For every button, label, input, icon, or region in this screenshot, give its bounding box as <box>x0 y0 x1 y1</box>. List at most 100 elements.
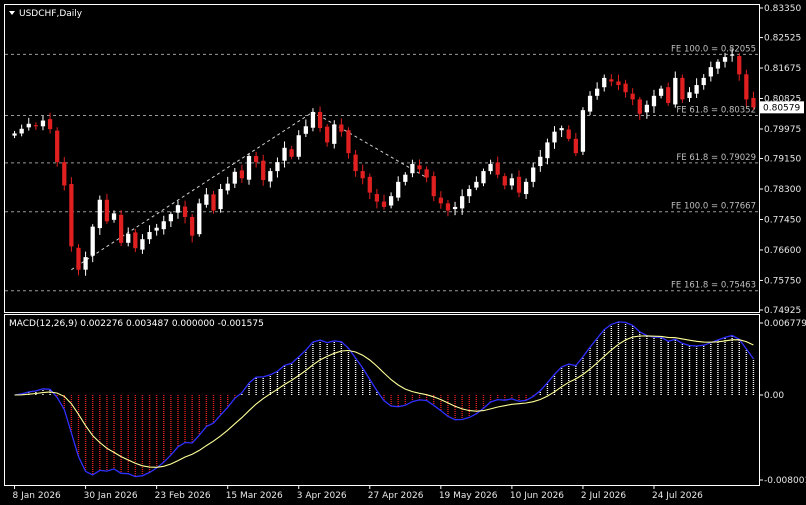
candle-body <box>175 205 181 213</box>
candle-body <box>168 214 173 222</box>
price-tick-label: 0.76600 <box>764 246 801 256</box>
candle-body <box>289 149 294 157</box>
candle-body <box>595 88 600 96</box>
candle-body <box>658 88 664 96</box>
candle-body <box>346 130 351 154</box>
candle-body <box>360 171 365 179</box>
candle-body <box>602 77 607 88</box>
price-tick-label: 0.74925 <box>764 306 801 316</box>
candle-body <box>353 154 358 172</box>
price-tick-label: 0.79150 <box>764 155 801 165</box>
price-tick-label: 0.81675 <box>764 64 801 74</box>
candle-body <box>722 57 728 62</box>
time-tick-label: 27 Apr 2026 <box>368 491 424 501</box>
fibonacci-levels: FE 100.0 = 0.82055 FE 61.8 = 0.80352 FE 61… <box>5 44 759 292</box>
current-price-tag: 0.80579 <box>760 101 804 114</box>
candle-body <box>325 126 330 143</box>
time-tick-label: 15 Mar 2026 <box>226 491 283 501</box>
candle-body <box>531 167 536 182</box>
candle-body <box>40 120 46 127</box>
candle-body <box>666 87 671 103</box>
candle-body <box>644 104 650 113</box>
candle-body <box>545 142 550 159</box>
time-tick-label: 3 Apr 2026 <box>297 491 347 501</box>
candle-body <box>687 92 692 98</box>
candle-body <box>438 197 443 204</box>
candle-body <box>424 169 429 178</box>
candle-body <box>33 125 38 127</box>
candle-body <box>83 257 88 270</box>
price-tick-label: 0.79975 <box>764 125 801 135</box>
trend-line <box>71 111 314 271</box>
candle-body <box>431 176 436 197</box>
trend-lines <box>71 111 427 271</box>
candle-body <box>225 183 230 191</box>
time-tick-label: 30 Jan 2026 <box>84 491 138 501</box>
trend-line <box>312 111 427 178</box>
price-tick-label: 0.82525 <box>764 34 801 44</box>
usdchf-chart[interactable]: USDCHF,Daily MACD(12,26,9) 0.002276 0.00… <box>0 0 806 505</box>
candle-body <box>211 194 216 211</box>
candle-body <box>623 83 628 93</box>
candle-body <box>417 165 422 170</box>
candle-body <box>339 124 344 132</box>
candle-body <box>587 95 593 112</box>
candle-body <box>133 232 138 249</box>
candle-body <box>573 138 578 154</box>
price-axis: 0.833500.825250.816750.808250.799750.791… <box>759 4 801 316</box>
candle-body <box>47 119 53 130</box>
candle-body <box>147 232 152 240</box>
candle-body <box>332 124 337 144</box>
fib-level-label: FE 161.8 = 0.75463 <box>671 281 756 291</box>
time-tick-label: 23 Feb 2026 <box>155 491 211 501</box>
candle-body <box>566 129 571 139</box>
candle-body <box>296 135 301 157</box>
candle-body <box>630 93 635 100</box>
candle-body <box>460 196 465 209</box>
candle-body <box>268 171 273 182</box>
candle-body <box>388 196 394 206</box>
candle-body <box>701 77 706 86</box>
candle-body <box>310 111 316 128</box>
macd-tick-label: -0.008001 <box>764 476 806 486</box>
candle-body <box>55 130 60 163</box>
candle-body <box>154 227 159 231</box>
candle-body <box>737 56 742 75</box>
candle-body <box>481 171 486 184</box>
fib-level-label: FE 100.0 = 0.82055 <box>671 44 756 54</box>
time-tick-label: 19 May 2026 <box>439 491 498 501</box>
current-price-label: 0.80579 <box>763 103 800 113</box>
candles <box>12 48 756 276</box>
candle-body <box>303 126 308 134</box>
price-tick-label: 0.75750 <box>764 276 801 286</box>
candle-body <box>538 156 543 167</box>
candle-body <box>488 163 493 172</box>
candle-body <box>140 239 145 250</box>
price-tick-label: 0.83350 <box>764 4 801 14</box>
candle-body <box>367 176 372 193</box>
macd-tick-label: 0.006779 <box>764 319 806 329</box>
candle-body <box>474 181 479 188</box>
candle-body <box>76 247 81 270</box>
fib-level-label: FE 61.8 = 0.79029 <box>676 153 756 163</box>
time-tick-label: 10 Jun 2026 <box>510 491 564 501</box>
fib-level-label: FE 61.8 = 0.80352 <box>676 105 756 115</box>
chart-title: USDCHF,Daily <box>19 9 83 19</box>
candle-body <box>552 131 557 143</box>
candle-body <box>410 163 415 174</box>
candle-body <box>467 189 472 197</box>
time-tick-label: 24 Jul 2026 <box>652 491 703 501</box>
candle-body <box>161 221 166 230</box>
candle-body <box>694 85 699 94</box>
candle-body <box>396 181 401 198</box>
candle-body <box>232 171 237 184</box>
dropdown-triangle-icon[interactable] <box>9 11 15 15</box>
candle-body <box>90 226 95 256</box>
candle-body <box>246 156 252 180</box>
candle-body <box>509 178 515 186</box>
candle-body <box>126 233 131 243</box>
candle-body <box>190 216 195 236</box>
candle-body <box>708 67 713 77</box>
macd-indicator <box>14 321 755 478</box>
candle-body <box>502 176 507 186</box>
